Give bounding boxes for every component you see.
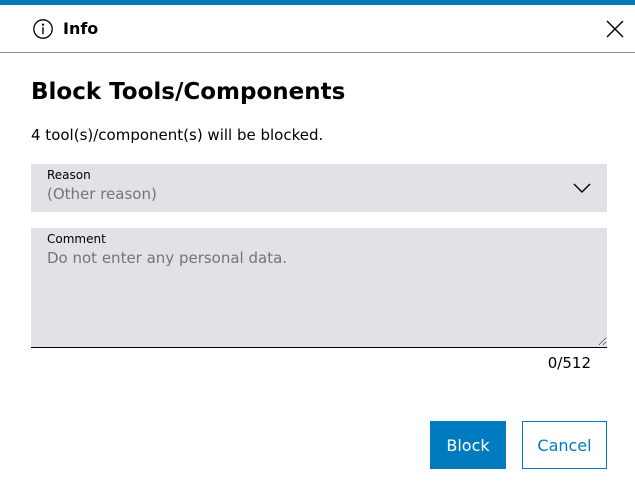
character-counter: 0/512 xyxy=(547,354,591,372)
comment-textarea[interactable] xyxy=(31,246,607,346)
dialog-header: Info xyxy=(0,5,635,53)
dialog-message: 4 tool(s)/component(s) will be blocked. xyxy=(31,126,324,144)
reason-value: (Other reason) xyxy=(47,185,157,203)
reason-label: Reason xyxy=(47,168,91,182)
chevron-down-icon xyxy=(573,180,591,194)
block-tools-dialog: Info Block Tools/Components 4 tool(s)/co… xyxy=(0,0,635,492)
close-button[interactable] xyxy=(601,15,629,43)
block-button[interactable]: Block xyxy=(430,421,506,469)
reason-select[interactable]: Reason (Other reason) xyxy=(31,164,607,212)
comment-field: Comment xyxy=(31,228,607,348)
header-title: Info xyxy=(63,19,99,38)
info-icon xyxy=(31,17,55,41)
close-icon xyxy=(606,20,624,38)
cancel-button[interactable]: Cancel xyxy=(522,421,607,469)
dialog-title: Block Tools/Components xyxy=(31,79,346,105)
comment-label: Comment xyxy=(47,232,106,246)
